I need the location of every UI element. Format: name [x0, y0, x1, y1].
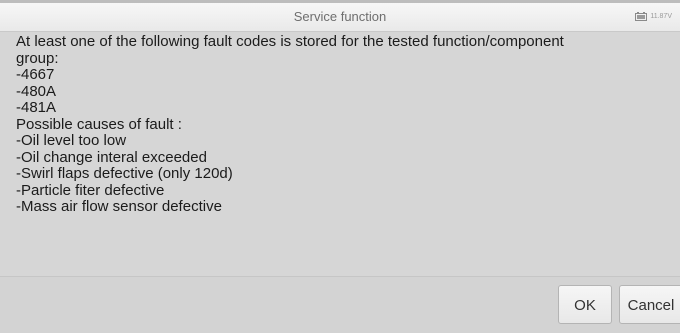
- message-line: -Oil change interal exceeded: [16, 148, 207, 166]
- fault-message: At least one of the following fault code…: [16, 33, 666, 216]
- message-line: -Particle fiter defective: [16, 181, 165, 199]
- message-line: -Oil level too low: [16, 132, 127, 149]
- message-line: -Swirl flaps defective (only 120d): [16, 165, 233, 182]
- message-line: -Mass air flow sensor defective: [16, 198, 222, 215]
- message-line: Possible causes of fault :: [16, 115, 182, 133]
- message-line: -480A: [16, 82, 57, 100]
- battery-status: 11.87V: [635, 12, 672, 21]
- voltage-readout: 11.87V: [650, 13, 672, 20]
- message-line: group:: [16, 49, 59, 67]
- cancel-button[interactable]: Cancel: [619, 285, 680, 324]
- message-line: -481A: [16, 99, 57, 116]
- battery-icon: [635, 12, 648, 21]
- dialog-title: Service function: [293, 9, 387, 24]
- button-bar: OK Cancel: [0, 276, 680, 333]
- ok-button[interactable]: OK: [558, 285, 612, 324]
- message-line: At least one of the following fault code…: [16, 33, 564, 50]
- title-bar: Service function 11.87V: [0, 3, 680, 32]
- message-line: -4667: [16, 66, 55, 83]
